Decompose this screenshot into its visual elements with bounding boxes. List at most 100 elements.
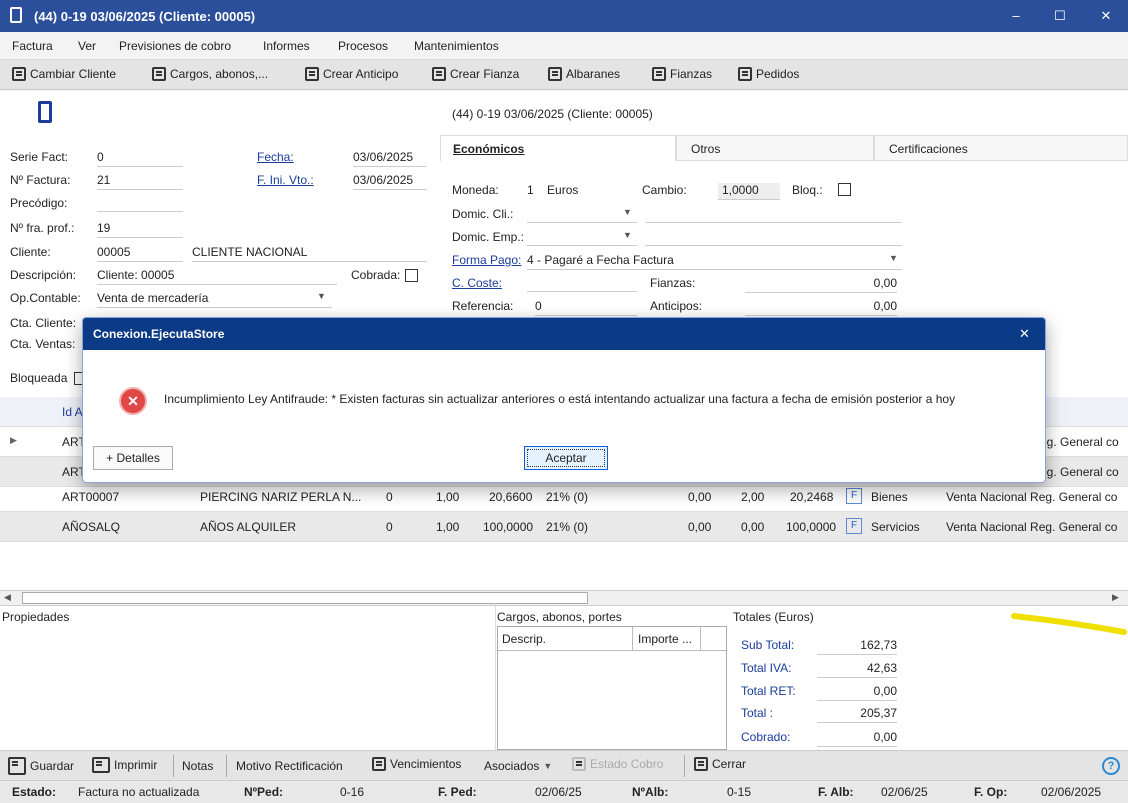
- moneda-field[interactable]: 1 Euros: [527, 183, 635, 199]
- cambio-field[interactable]: 1,0000: [718, 183, 780, 200]
- row-op: Venta Nacional Reg. General co: [946, 520, 1118, 534]
- crear-anticipo-label: Crear Anticipo: [323, 67, 399, 81]
- moneda-label: Moneda:: [452, 183, 499, 197]
- fecha-link[interactable]: Fecha:: [257, 150, 294, 164]
- bloq-checkbox[interactable]: [838, 183, 851, 196]
- imprimir-button[interactable]: Imprimir: [92, 757, 157, 773]
- menu-previsiones[interactable]: Previsiones de cobro: [119, 39, 231, 53]
- aceptar-button[interactable]: Aceptar: [524, 446, 608, 470]
- window-titlebar: (44) 0-19 03/06/2025 (Cliente: 00005) – …: [0, 0, 1128, 32]
- row-f-badge[interactable]: F: [846, 488, 862, 504]
- referencia-field[interactable]: 0: [535, 299, 637, 316]
- row-iva: 21% (0): [546, 490, 589, 504]
- cliente-code-field[interactable]: 00005: [97, 245, 183, 262]
- tab-otros[interactable]: Otros: [676, 135, 874, 161]
- cargos-button[interactable]: Cargos, abonos,...: [152, 67, 268, 81]
- ctacliente-label: Cta. Cliente:: [10, 316, 77, 330]
- formapago-select[interactable]: 4 - Pagaré a Fecha Factura ▼: [527, 253, 902, 270]
- tab-certificaciones[interactable]: Certificaciones: [874, 135, 1128, 161]
- motivo-label: Motivo Rectificación: [236, 759, 343, 773]
- row-d1: 0,00: [688, 490, 712, 504]
- cambiar-cliente-button[interactable]: Cambiar Cliente: [12, 67, 116, 81]
- fecha-field[interactable]: 03/06/2025: [353, 150, 427, 167]
- divider: [173, 755, 174, 777]
- cargos-label: Cargos, abonos,...: [170, 67, 269, 81]
- col-id-header[interactable]: Id A: [62, 405, 83, 419]
- scroll-thumb[interactable]: [22, 592, 588, 604]
- cargos-table[interactable]: Descrip. Importe ...: [497, 626, 727, 750]
- row-op: eg. General co: [1040, 435, 1119, 449]
- bottom-toolbar: Guardar Imprimir Notas Motivo Rectificac…: [0, 750, 1128, 780]
- row-iva: 21% (0): [546, 520, 589, 534]
- row-price: 20,6600: [489, 490, 533, 504]
- cargos-col-descrip[interactable]: Descrip.: [502, 632, 546, 646]
- domemp-select[interactable]: ▼: [527, 230, 637, 246]
- fianzas-button[interactable]: Fianzas: [652, 67, 712, 81]
- close-button[interactable]: ✕: [1088, 4, 1124, 28]
- opcontable-select[interactable]: Venta de mercadería ▼: [97, 291, 332, 308]
- fianzas-label: Fianzas: [670, 67, 713, 81]
- table-row[interactable]: ART00007 PIERCING NARIZ PERLA N... 0 1,0…: [0, 482, 1128, 512]
- nfactura-field[interactable]: 21: [97, 173, 183, 190]
- precodigo-field[interactable]: [97, 196, 183, 212]
- row-d2: 0,00: [741, 520, 765, 534]
- table-row[interactable]: AÑOSALQ AÑOS ALQUILER 0 1,00 100,0000 21…: [0, 512, 1128, 542]
- pedidos-button[interactable]: Pedidos: [738, 67, 799, 81]
- albaranes-button[interactable]: Albaranes: [548, 67, 620, 81]
- menu-procesos[interactable]: Procesos: [338, 39, 388, 53]
- crear-anticipo-button[interactable]: Crear Anticipo: [305, 67, 398, 81]
- descripcion-field[interactable]: Cliente: 00005: [97, 268, 337, 285]
- subtotal-label: Sub Total:: [741, 638, 795, 652]
- notas-button[interactable]: Notas: [182, 759, 213, 773]
- error-dialog: Conexion.EjecutaStore ✕ ✕ Incumplimiento…: [82, 317, 1046, 483]
- formapago-link[interactable]: Forma Pago:: [452, 253, 521, 267]
- calculator-icon: [652, 67, 666, 81]
- fianzas-value: 0,00: [745, 276, 897, 293]
- domcli-select[interactable]: ▼: [527, 207, 637, 223]
- cobrada-checkbox[interactable]: [405, 269, 418, 282]
- menu-factura[interactable]: Factura: [12, 39, 53, 53]
- menu-bar: Factura Ver Previsiones de cobro Informe…: [0, 32, 1128, 60]
- scroll-left-icon[interactable]: ◀: [4, 592, 11, 603]
- finivto-field[interactable]: 03/06/2025: [353, 173, 427, 190]
- cliente-name-field: CLIENTE NACIONAL: [192, 245, 427, 262]
- minimize-button[interactable]: –: [998, 4, 1034, 28]
- horizontal-scrollbar[interactable]: ◀ ▶: [0, 590, 1128, 606]
- details-button[interactable]: + Detalles: [93, 446, 173, 470]
- menu-mantenimientos[interactable]: Mantenimientos: [414, 39, 499, 53]
- maximize-button[interactable]: ☐: [1042, 4, 1078, 28]
- ccoste-field[interactable]: [527, 276, 637, 292]
- vencimientos-label: Vencimientos: [390, 757, 462, 771]
- serie-field[interactable]: 0: [97, 150, 183, 167]
- row-d1: 0,00: [688, 520, 712, 534]
- menu-informes[interactable]: Informes: [263, 39, 310, 53]
- ccoste-link[interactable]: C. Coste:: [452, 276, 502, 290]
- opcontable-label: Op.Contable:: [10, 291, 81, 305]
- error-icon: ✕: [119, 387, 147, 415]
- cobrado-label: Cobrado:: [741, 730, 791, 744]
- dialog-title: Conexion.EjecutaStore: [93, 327, 225, 341]
- menu-ver[interactable]: Ver: [78, 39, 96, 53]
- nfraprof-field[interactable]: 19: [97, 221, 183, 238]
- calculator-icon: [372, 757, 386, 771]
- guardar-button[interactable]: Guardar: [8, 757, 74, 775]
- propiedades-title: Propiedades: [2, 610, 70, 624]
- asociados-button[interactable]: Asociados ▼: [484, 759, 552, 773]
- motivo-button[interactable]: Motivo Rectificación: [236, 759, 343, 773]
- descripcion-label: Descripción:: [10, 268, 77, 282]
- finivto-link[interactable]: F. Ini. Vto.:: [257, 173, 314, 187]
- estado-cobro-button[interactable]: Estado Cobro: [572, 757, 663, 771]
- clipboard-icon: [548, 67, 562, 81]
- tab-economicos[interactable]: Económicos: [440, 135, 676, 161]
- dialog-close-icon[interactable]: ✕: [1019, 326, 1030, 342]
- nfraprof-label: Nº fra. prof.:: [10, 221, 75, 235]
- help-icon[interactable]: ?: [1102, 757, 1120, 775]
- vencimientos-button[interactable]: Vencimientos: [372, 757, 461, 771]
- cargos-col-importe[interactable]: Importe ...: [638, 632, 692, 646]
- cerrar-button[interactable]: Cerrar: [694, 757, 746, 771]
- row-desc: PIERCING NARIZ PERLA N...: [200, 490, 362, 504]
- row-f-badge[interactable]: F: [846, 518, 862, 534]
- scroll-right-icon[interactable]: ▶: [1112, 592, 1119, 603]
- row-c1: 0: [386, 490, 393, 504]
- crear-fianza-button[interactable]: Crear Fianza: [432, 67, 519, 81]
